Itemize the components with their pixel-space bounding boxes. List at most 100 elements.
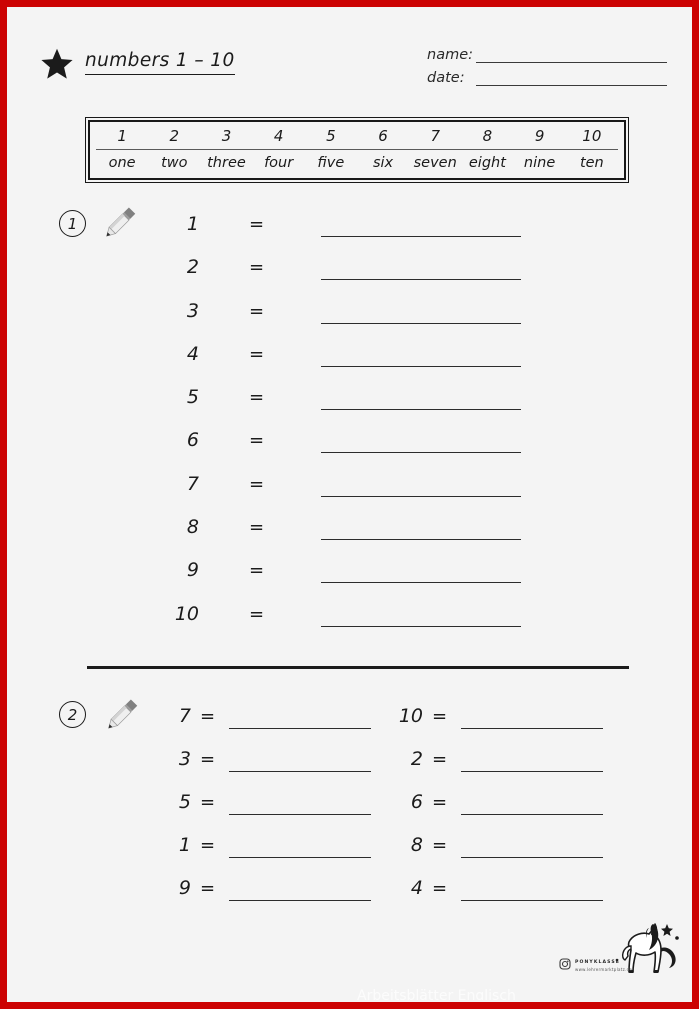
table-cell-digit: 7 [409, 127, 462, 150]
answer-line[interactable] [461, 857, 603, 858]
answer-line[interactable] [461, 814, 603, 815]
exercise-1-row: 9 = [157, 559, 557, 602]
answer-line[interactable] [321, 279, 521, 281]
equals-sign: = [249, 517, 265, 539]
worksheet-sheet: numbers 1 – 10 name: date: 1 2 3 4 5 6 7… [7, 7, 692, 1002]
exercise-2-row: 3 = 2 = [157, 748, 627, 791]
prompt-number: 10 [398, 705, 423, 727]
student-meta: name: date: [427, 40, 667, 86]
table-cell-word: two [161, 155, 188, 171]
prompt-number: 7 [178, 705, 191, 727]
answer-line[interactable] [461, 728, 603, 729]
table-cell-digit: 8 [461, 127, 514, 150]
exercise-1-row: 8 = [157, 516, 557, 559]
equals-sign: = [249, 430, 265, 452]
prompt-number: 6 [186, 429, 199, 452]
answer-line[interactable] [321, 365, 521, 367]
equals-sign: = [200, 706, 216, 727]
pencil-icon [97, 691, 145, 739]
table-cell-digit: 2 [148, 127, 201, 150]
prompt-number: 1 [186, 213, 199, 235]
prompt-number: 6 [410, 791, 423, 813]
answer-line[interactable] [461, 771, 603, 772]
prompt-number: 4 [410, 877, 423, 899]
section-divider [87, 666, 629, 669]
answer-line[interactable] [461, 900, 603, 901]
table-cell-digit: 6 [356, 127, 410, 150]
equals-sign: = [432, 878, 448, 899]
exercise-2-row: 5 = 6 = [157, 791, 627, 834]
exercise-1-row: 2 = [157, 256, 557, 299]
answer-line[interactable] [321, 236, 521, 237]
number-word-table: 1 2 3 4 5 6 7 8 9 10 one two three four … [96, 127, 618, 171]
table-cell-word: one [108, 155, 136, 171]
prompt-number: 5 [186, 386, 199, 409]
answer-line[interactable] [229, 728, 371, 729]
prompt-number: 3 [178, 748, 191, 770]
table-cell-word: six [372, 155, 394, 171]
footer-logo: PONYKLASSE www.lehrermarktplatz.de [547, 912, 687, 992]
table-cell-word: five [317, 155, 345, 171]
answer-line[interactable] [321, 582, 521, 584]
exercise-1-marker: 1 [59, 210, 86, 237]
prompt-number: 8 [410, 834, 423, 856]
name-label: name: [427, 47, 474, 63]
answer-line[interactable] [229, 900, 371, 901]
prompt-number: 9 [186, 559, 199, 582]
worksheet-header: numbers 1 – 10 name: date: [7, 7, 692, 97]
equals-sign: = [249, 300, 265, 322]
table-cell-word: nine [523, 155, 556, 171]
exercise-1-row: 4 = [157, 343, 557, 386]
equals-sign: = [432, 835, 448, 856]
exercise-2-row: 7 = 10 = [157, 705, 627, 748]
exercise-1-row: 1 = [157, 213, 557, 256]
equals-sign: = [432, 706, 448, 727]
exercise-2-row: 1 = 8 = [157, 834, 627, 877]
answer-line[interactable] [321, 625, 521, 627]
pony-logo-icon [603, 912, 685, 984]
answer-line[interactable] [229, 857, 371, 858]
equals-sign: = [249, 387, 265, 409]
answer-line[interactable] [321, 452, 521, 454]
number-reference-table-inner: 1 2 3 4 5 6 7 8 9 10 one two three four … [88, 120, 626, 180]
answer-line[interactable] [229, 814, 371, 815]
bottom-watermark: Arbeitsblätter Englisch [357, 989, 516, 1000]
answer-line[interactable] [321, 495, 521, 497]
exercise-1-rows: 1 = 2 = 3 = 4 = 5 = 6 = 7 = 8 = 9 = 10 = [157, 213, 557, 646]
table-cell-word: eight [468, 155, 506, 171]
exercise-1-row: 5 = [157, 386, 557, 429]
table-cell-word: three [207, 155, 246, 171]
answer-line[interactable] [321, 409, 521, 411]
table-cell-digit: 1 [96, 127, 149, 150]
exercise-1-row: 10 = [157, 603, 557, 646]
date-input-line[interactable] [476, 71, 667, 86]
equals-sign: = [200, 878, 216, 899]
prompt-number: 2 [186, 256, 199, 279]
number-reference-table: 1 2 3 4 5 6 7 8 9 10 one two three four … [85, 117, 629, 183]
answer-line[interactable] [321, 322, 521, 324]
table-row-words: one two three four five six seven eight … [96, 150, 618, 171]
exercise-1-row: 7 = [157, 473, 557, 516]
equals-sign: = [432, 749, 448, 770]
table-cell-digit: 5 [304, 127, 357, 150]
table-cell-digit: 4 [252, 127, 305, 150]
table-cell-word: ten [579, 155, 604, 171]
instagram-icon[interactable] [559, 958, 571, 970]
equals-sign: = [200, 835, 216, 856]
name-input-line[interactable] [476, 48, 667, 63]
equals-sign: = [432, 792, 448, 813]
table-cell-word: seven [413, 155, 457, 171]
page-title: numbers 1 – 10 [85, 50, 235, 75]
equals-sign: = [200, 792, 216, 813]
date-field-row: date: [427, 63, 667, 86]
table-row-digits: 1 2 3 4 5 6 7 8 9 10 [96, 127, 618, 150]
answer-line[interactable] [321, 539, 521, 541]
answer-line[interactable] [229, 771, 371, 772]
brand-name: PONYKLASSE [575, 960, 621, 965]
prompt-number: 2 [410, 748, 423, 770]
table-cell-digit: 3 [200, 127, 253, 150]
table-cell-digit: 9 [513, 127, 566, 150]
prompt-number: 9 [178, 877, 191, 899]
prompt-number: 3 [186, 299, 199, 322]
brand-block: PONYKLASSE www.lehrermarktplatz.de [575, 960, 653, 972]
